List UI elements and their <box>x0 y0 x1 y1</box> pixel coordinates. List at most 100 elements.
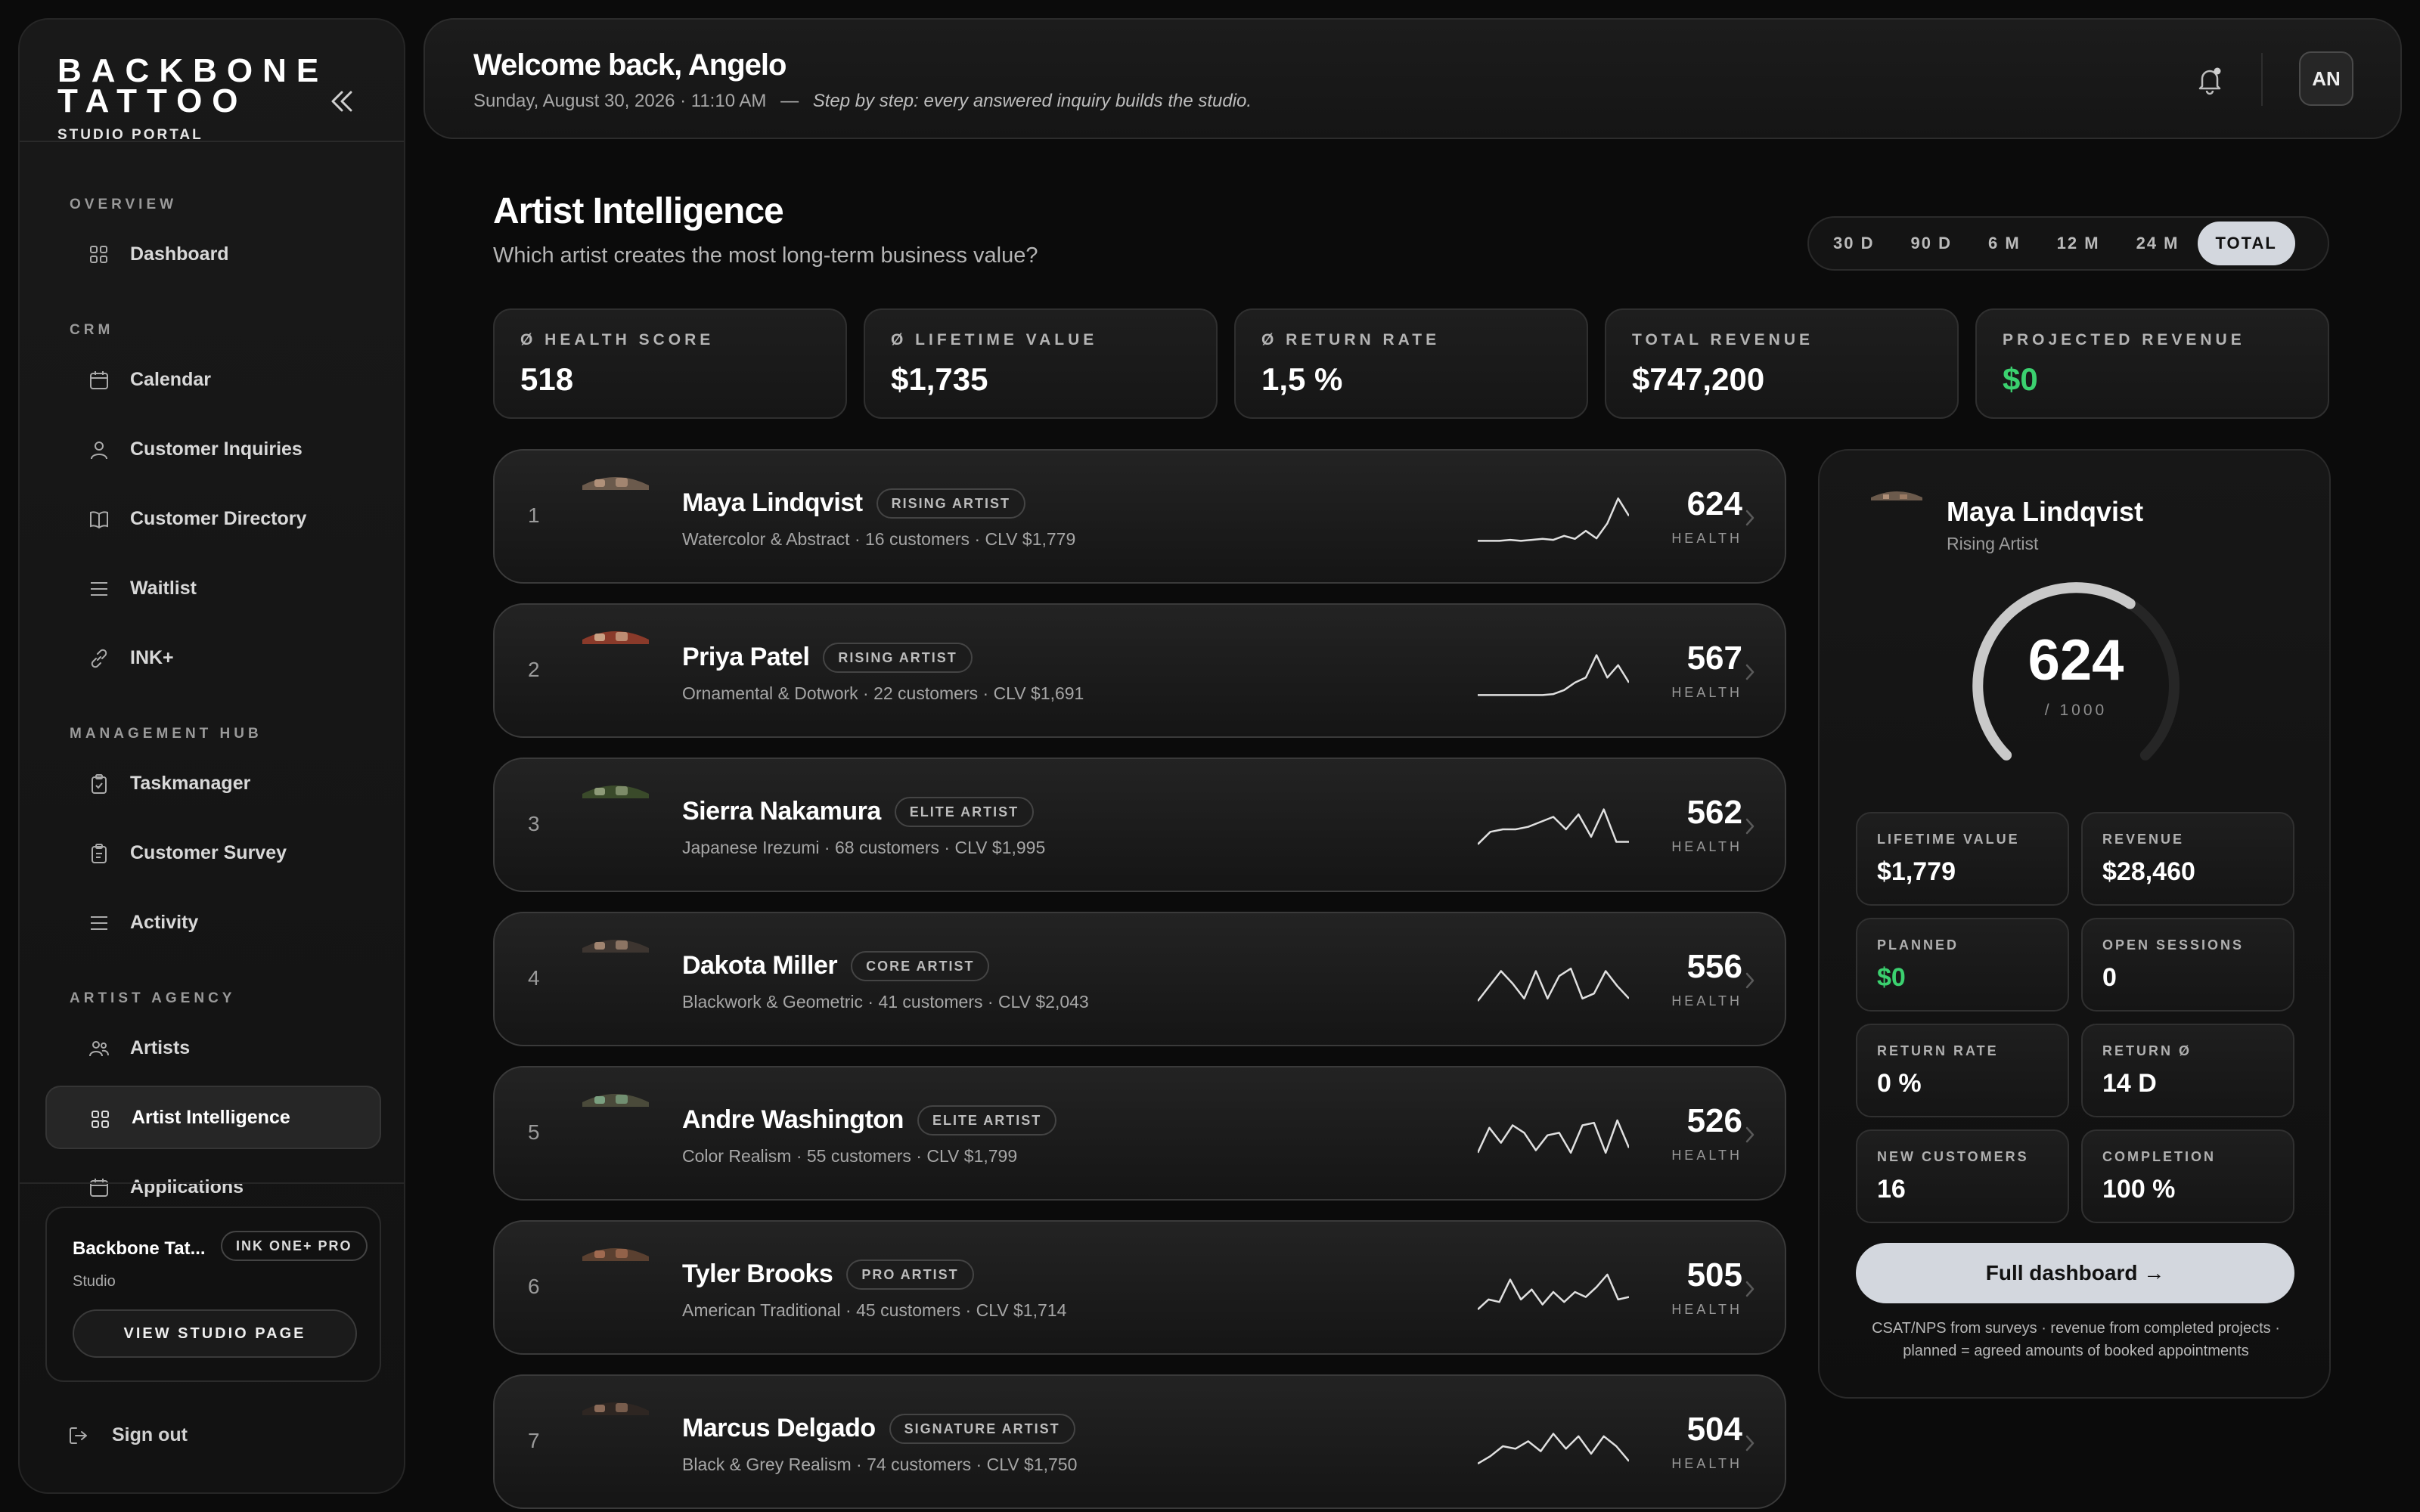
range-option[interactable]: 90 D <box>1892 222 1969 265</box>
artist-tier-badge: RISING ARTIST <box>823 643 973 673</box>
plan-badge: INK ONE+ PRO <box>221 1231 368 1261</box>
health-score: 504 <box>1686 1411 1742 1448</box>
sidebar-item-ink-plus[interactable]: INK+ <box>45 626 381 689</box>
sidebar-item-customer-inquiries[interactable]: Customer Inquiries <box>45 417 381 481</box>
chevron-right-icon <box>1745 1435 1754 1452</box>
sidebar-item-label: Artist Intelligence <box>132 1106 290 1128</box>
page-title: Artist Intelligence <box>493 191 784 231</box>
sidebar-item-label: Dashboard <box>130 243 229 265</box>
artist-tier-badge: ELITE ARTIST <box>917 1105 1057 1136</box>
note-line-2: planned = agreed amounts of booked appoi… <box>1903 1343 2249 1359</box>
artist-row[interactable]: 7 Marcus Delgado SIGNATURE ARTIST Black & G… <box>493 1374 1786 1509</box>
artist-tier-badge: CORE ARTIST <box>851 951 990 981</box>
artist-row[interactable]: 5 Andre Washington ELITE ARTIST Color Reali… <box>493 1066 1786 1201</box>
artist-name: Tyler Brooks <box>682 1259 833 1288</box>
sidebar-item-label: INK+ <box>130 646 174 668</box>
stat-value: $28,460 <box>2102 857 2195 886</box>
kpi-projected-revenue: PROJECTED REVENUE $0 <box>1975 308 2329 419</box>
artist-photo <box>578 936 653 1027</box>
stat-value: $0 <box>1877 963 1906 992</box>
health-score: 624 <box>1686 485 1742 522</box>
health-sparkline <box>1478 808 1629 845</box>
artist-photo <box>578 782 653 872</box>
artist-meta: Japanese Irezumi · 68 customers · CLV $1… <box>682 838 1046 857</box>
view-studio-page-button[interactable]: VIEW STUDIO PAGE <box>73 1309 357 1358</box>
artist-tier-badge: SIGNATURE ARTIST <box>889 1414 1075 1444</box>
range-option[interactable]: 6 M <box>1970 222 2039 265</box>
divider <box>2261 53 2263 106</box>
nav-section-artist-agency: ARTIST AGENCY <box>70 990 236 1006</box>
sidebar-item-artists[interactable]: Artists <box>45 1016 381 1080</box>
artist-photo <box>578 627 653 718</box>
health-label: HEALTH <box>1671 531 1742 546</box>
artist-row[interactable]: 3 Sierra Nakamura ELITE ARTIST Japanese Ire… <box>493 758 1786 892</box>
grid-icon <box>92 1111 109 1128</box>
sidebar-item-dashboard[interactable]: Dashboard <box>45 222 381 286</box>
full-dashboard-button[interactable]: Full dashboard → <box>1856 1243 2294 1303</box>
sidebar-item-customer-survey[interactable]: Customer Survey <box>45 821 381 885</box>
artist-name: Maya Lindqvist <box>682 488 863 517</box>
sidebar-item-waitlist[interactable]: Waitlist <box>45 556 381 620</box>
stat-label: NEW CUSTOMERS <box>1877 1149 2029 1164</box>
stat-label: RETURN Ø <box>2102 1043 2192 1058</box>
chevron-right-icon <box>1745 1281 1754 1297</box>
artist-name: Priya Patel <box>682 643 810 671</box>
stat-label: RETURN RATE <box>1877 1043 1999 1058</box>
chevron-right-icon <box>1745 510 1754 526</box>
sidebar-item-label: Customer Survey <box>130 841 287 863</box>
sign-out-icon <box>70 1427 87 1444</box>
sidebar-item-label: Waitlist <box>130 577 197 599</box>
sidebar-item-calendar[interactable]: Calendar <box>45 348 381 411</box>
stat-return-rate: RETURN RATE 0 % <box>1856 1024 2069 1117</box>
sidebar-item-artist-intelligence[interactable]: Artist Intelligence <box>45 1086 381 1149</box>
sidebar-item-label: Customer Directory <box>130 507 307 529</box>
artist-row[interactable]: 2 Priya Patel RISING ARTIST Ornamental & Do… <box>493 603 1786 738</box>
list-icon <box>91 582 107 596</box>
artist-rank: 3 <box>528 812 540 835</box>
book-icon <box>90 511 108 529</box>
sign-out-button[interactable]: Sign out <box>68 1424 188 1446</box>
sidebar-item-customer-directory[interactable]: Customer Directory <box>45 487 381 550</box>
sidebar-item-label: Calendar <box>130 368 211 390</box>
health-label: HEALTH <box>1671 1148 1742 1163</box>
kpi-value: $0 <box>2003 361 2038 397</box>
gauge-max: / 1000 <box>2044 702 2108 719</box>
daily-quote: Step by step: every answered inquiry bui… <box>812 91 1252 111</box>
user-icon <box>91 442 107 460</box>
artist-name: Dakota Miller <box>682 951 838 980</box>
user-avatar[interactable]: AN <box>2299 51 2353 106</box>
chevron-right-icon <box>1745 664 1754 680</box>
brand-line-1: BACKBONE <box>57 52 329 89</box>
users-icon <box>89 1041 109 1057</box>
stat-value: 16 <box>1877 1175 1906 1204</box>
sparkline-line <box>1478 1273 1629 1311</box>
sidebar-item-activity[interactable]: Activity <box>45 891 381 954</box>
artist-rank: 6 <box>528 1275 540 1298</box>
artist-row[interactable]: 1 Maya Lindqvist RISING ARTIST Watercolor &… <box>493 449 1786 584</box>
range-option[interactable]: 12 M <box>2039 222 2118 265</box>
range-option[interactable]: 24 M <box>2118 222 2198 265</box>
artist-meta: Watercolor & Abstract · 16 customers · C… <box>682 529 1076 549</box>
stat-label: REVENUE <box>2102 832 2185 847</box>
stat-label: PLANNED <box>1877 937 1959 953</box>
sidebar-item-taskmanager[interactable]: Taskmanager <box>45 751 381 815</box>
sidebar: BACKBONE TATTOO STUDIO PORTAL OVERVIEW D… <box>18 18 405 1494</box>
brand-logo[interactable]: BACKBONE TATTOO STUDIO PORTAL <box>57 52 329 144</box>
sparkline-line <box>1478 497 1629 542</box>
grid-icon <box>90 246 107 263</box>
artist-row[interactable]: 4 Dakota Miller CORE ARTIST Blackwork & Geo… <box>493 912 1786 1046</box>
range-option[interactable]: TOTAL <box>2197 222 2295 265</box>
sparkline-line <box>1478 808 1629 845</box>
artist-rank: 1 <box>528 503 540 527</box>
welcome-title: Welcome back, Angelo <box>473 48 786 82</box>
artist-row[interactable]: 6 Tyler Brooks PRO ARTIST American Traditio… <box>493 1220 1786 1355</box>
health-score: 505 <box>1686 1256 1742 1294</box>
range-option[interactable]: 30 D <box>1815 222 1892 265</box>
stat-value: 14 D <box>2102 1069 2157 1098</box>
nav-section-crm: CRM <box>70 322 114 338</box>
kpi-value: 518 <box>520 361 574 397</box>
artist-photo <box>578 1090 653 1181</box>
artist-rank: 4 <box>528 966 540 990</box>
collapse-sidebar-icon[interactable] <box>321 80 363 122</box>
notifications-bell-icon[interactable] <box>2192 62 2228 98</box>
